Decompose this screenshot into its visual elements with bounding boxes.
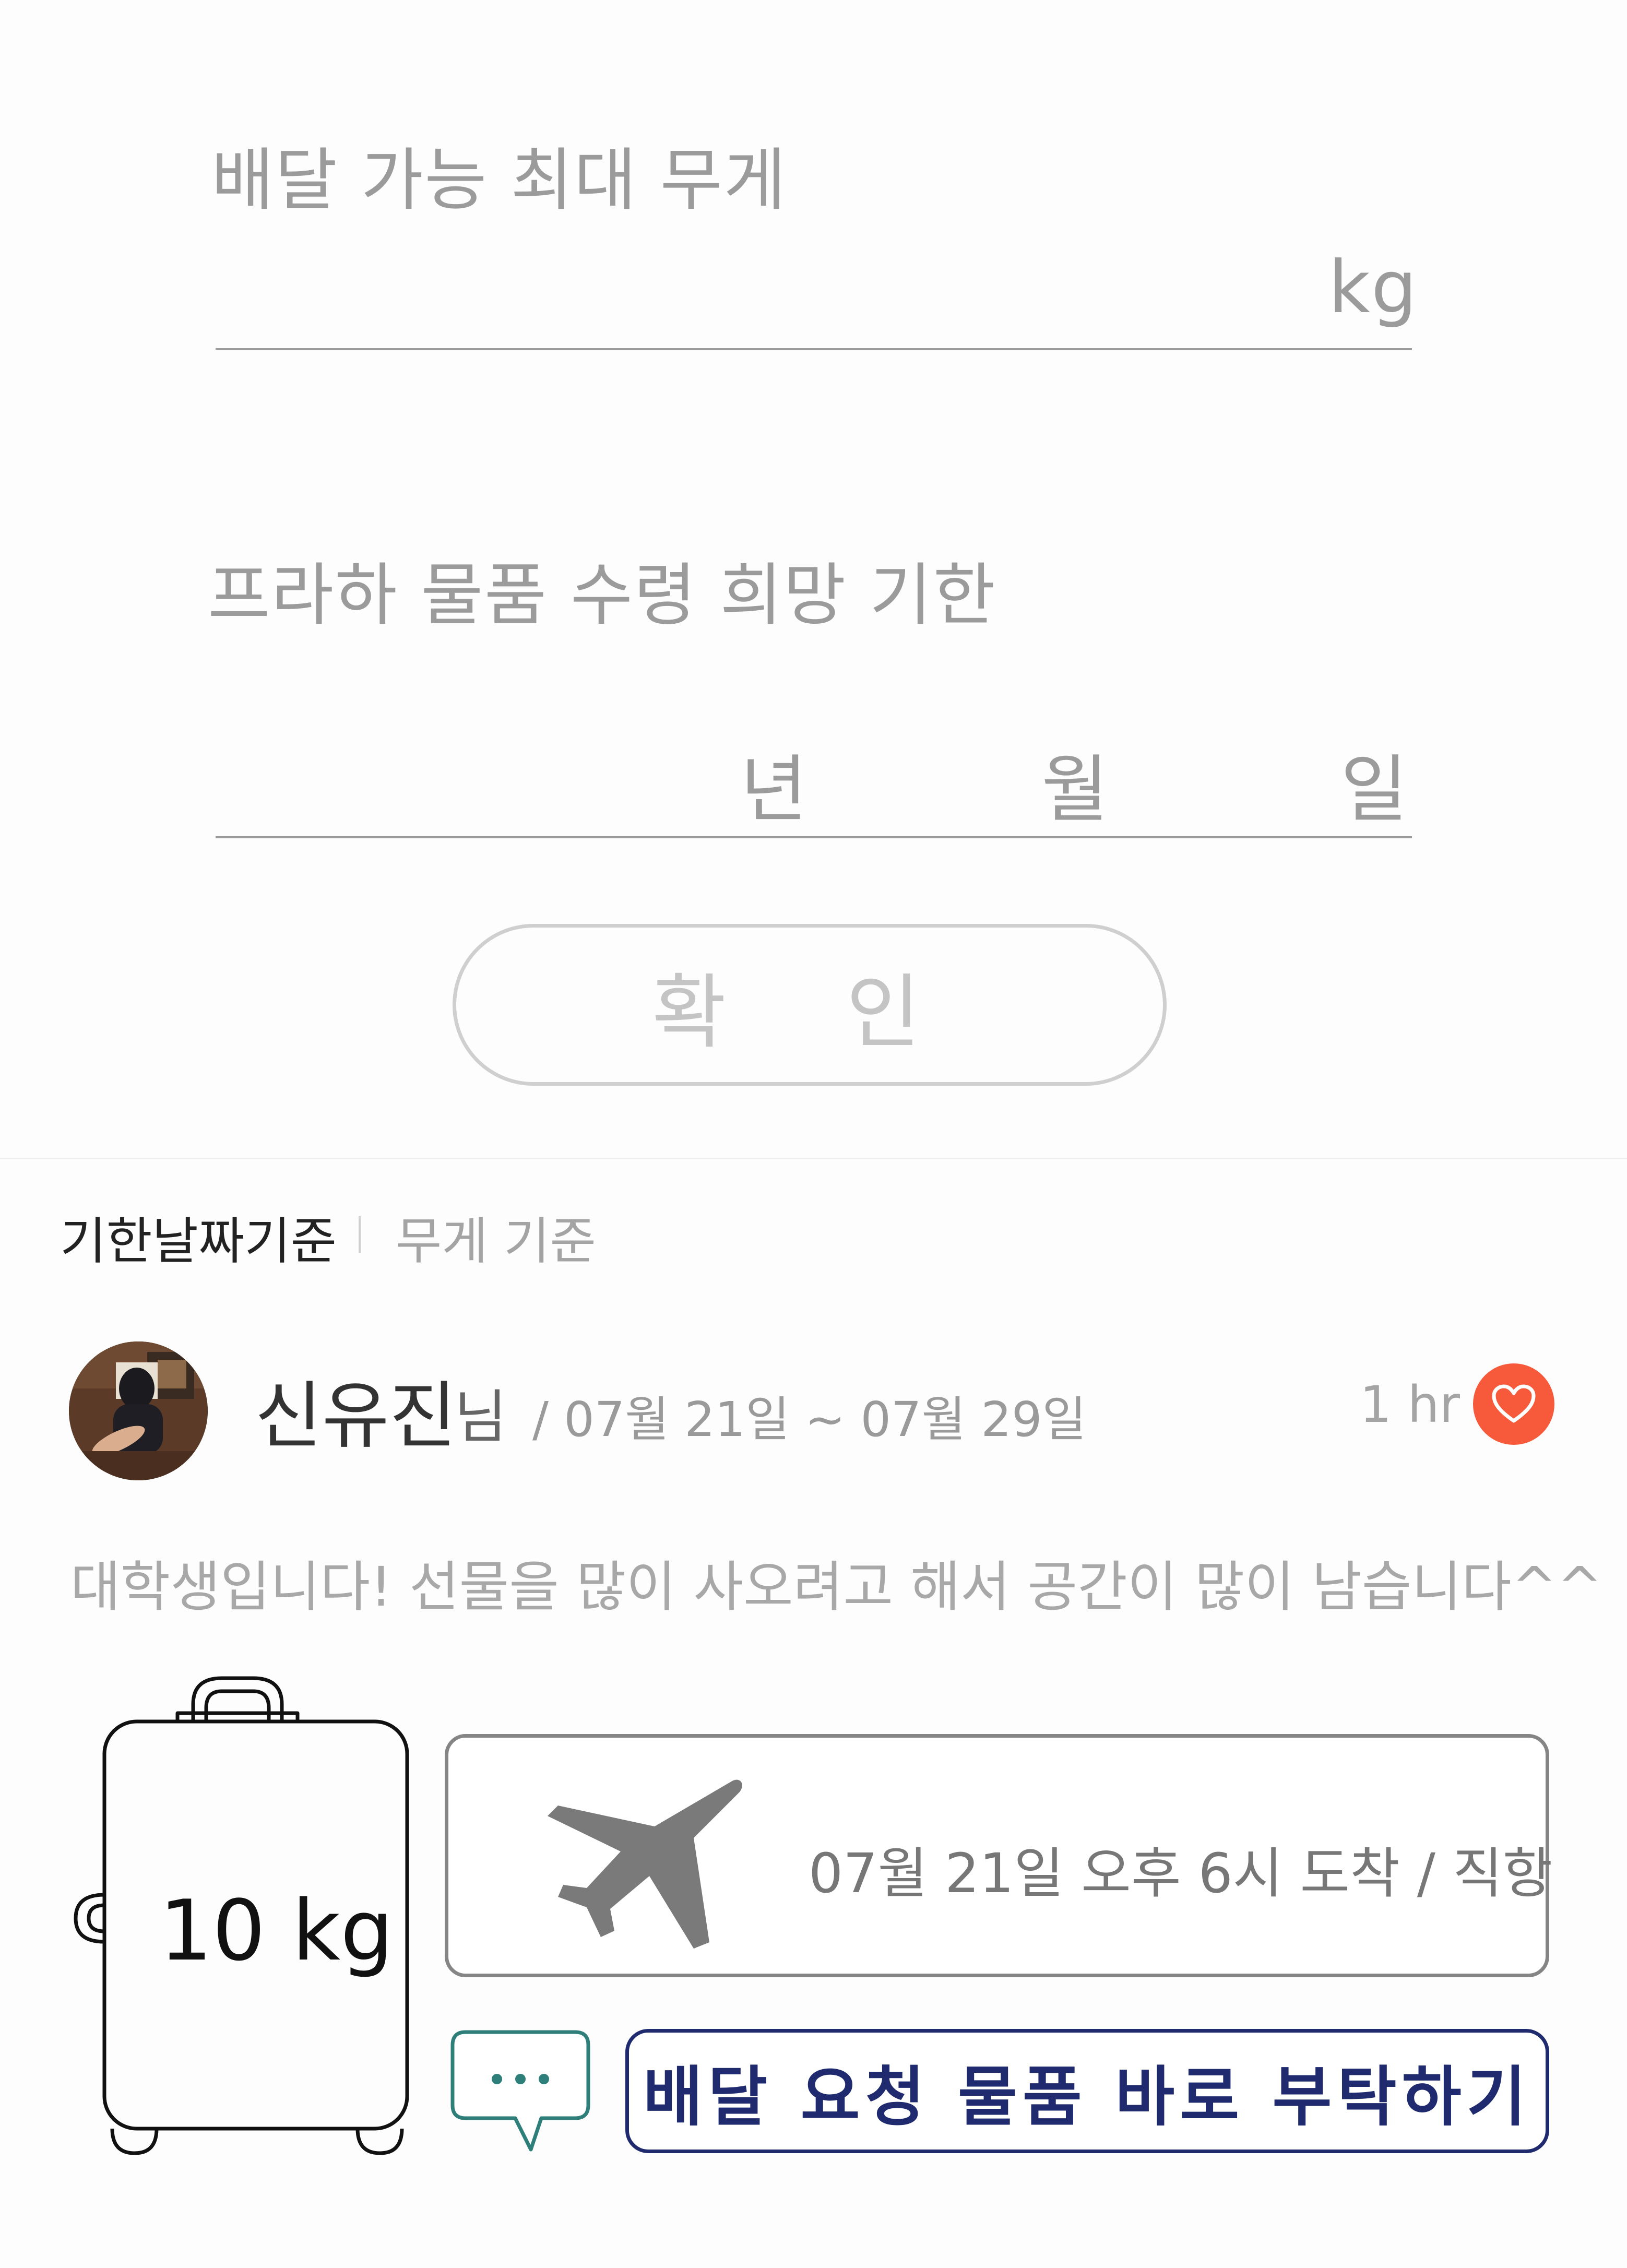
deadline-underline [216, 836, 1412, 838]
user-honorific: 님 [454, 1384, 507, 1451]
post-description: 대학생입니다! 선물을 많이 사오려고 해서 공간이 많이 남습니다^^ [70, 1555, 1603, 1619]
heart-button[interactable] [1473, 1363, 1554, 1445]
month-unit: 월 [1041, 747, 1110, 833]
chat-icon [450, 2030, 590, 2152]
weight-underline [216, 348, 1412, 350]
year-unit: 년 [740, 747, 809, 833]
weight-unit: kg [1328, 245, 1418, 329]
deadline-label: 프라하 물품 수령 희망 기한 [208, 555, 996, 635]
luggage-card: 10 kg [65, 1676, 410, 2161]
weight-label: 배달 가능 최대 무게 [211, 140, 787, 220]
avatar[interactable] [69, 1341, 208, 1480]
date-range: / 07월 21일 ~ 07월 29일 [532, 1392, 1087, 1447]
tab-separator [359, 1216, 361, 1253]
confirm-button[interactable]: 확 인 [453, 924, 1167, 1086]
weight-input[interactable] [211, 224, 1412, 350]
heart-icon [1492, 1384, 1536, 1423]
flight-info: 07월 21일 오후 6시 도착 / 직항 [809, 1842, 1553, 1905]
section-divider [0, 1158, 1627, 1159]
flight-info-card: 07월 21일 오후 6시 도착 / 직항 [445, 1734, 1553, 1977]
user-name: 신유진 [255, 1374, 457, 1459]
tab-sort-deadline[interactable]: 기한날짜기준 [60, 1201, 337, 1273]
day-unit: 일 [1340, 747, 1409, 833]
luggage-weight: 10 kg [159, 1882, 394, 1979]
tab-sort-weight[interactable]: 무게 기준 [396, 1201, 596, 1273]
year-input[interactable] [216, 720, 790, 835]
airplane-icon [548, 1779, 742, 1949]
chat-button[interactable] [450, 2029, 591, 2160]
time-ago: 1 hr [1360, 1375, 1460, 1434]
request-delivery-button[interactable]: 배달 요청 물품 바로 부탁하기 [625, 2029, 1549, 2153]
